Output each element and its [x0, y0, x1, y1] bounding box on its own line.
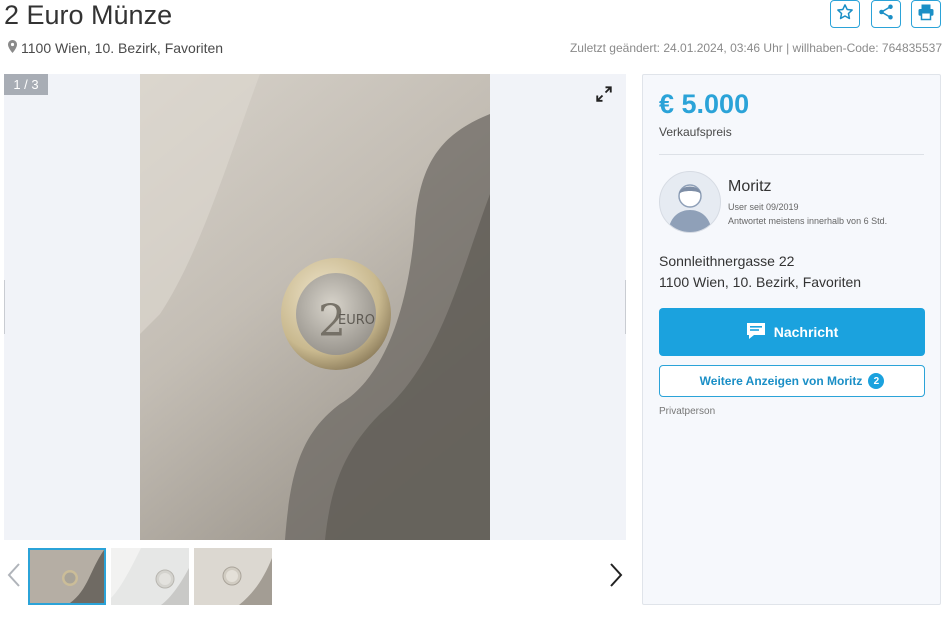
last-changed-meta: Zuletzt geändert: 24.01.2024, 03:46 Uhr …	[569, 41, 942, 55]
more-ads-count-badge: 2	[868, 373, 885, 389]
main-photo[interactable]: 2 EURO	[140, 74, 490, 540]
message-button-label: Nachricht	[773, 324, 839, 340]
listing-sidebar: € 5.000 Verkaufspreis Moritz User seit 0…	[642, 74, 941, 605]
thumbnail-strip	[0, 540, 640, 612]
location-pin-icon	[8, 40, 17, 56]
message-button[interactable]: Nachricht	[659, 308, 925, 356]
thumbnail-1[interactable]	[28, 548, 106, 605]
address-city: 1100 Wien, 10. Bezirk, Favoriten	[659, 274, 862, 290]
avatar[interactable]	[659, 171, 721, 233]
expand-fullscreen-button[interactable]	[592, 84, 616, 108]
price: € 5.000	[659, 89, 750, 119]
more-ads-button[interactable]: Weitere Anzeigen von Moritz 2	[659, 365, 925, 397]
price-label: Verkaufspreis	[659, 125, 732, 139]
seller-response-time: Antwortet meistens innerhalb von 6 Std.	[728, 216, 888, 226]
svg-text:EURO: EURO	[338, 313, 375, 328]
gallery-edge-right	[625, 280, 626, 334]
seller-since: User seit 09/2019	[728, 202, 799, 212]
thumbnail-next-button[interactable]	[606, 560, 626, 594]
thumbnail-3[interactable]	[194, 548, 272, 605]
gallery-edge-left	[4, 280, 5, 334]
location: 1100 Wien, 10. Bezirk, Favoriten	[8, 40, 223, 56]
print-icon	[917, 3, 935, 26]
seller-name[interactable]: Moritz	[728, 178, 772, 196]
image-gallery[interactable]: 2 EURO 1 / 3	[4, 74, 626, 540]
image-counter: 1 / 3	[4, 74, 48, 95]
favorite-button[interactable]	[830, 0, 860, 28]
divider	[659, 154, 924, 155]
share-button[interactable]	[871, 0, 901, 28]
thumbnail-prev-button[interactable]	[4, 560, 24, 594]
chevron-right-icon	[609, 562, 623, 593]
share-icon	[877, 3, 895, 26]
user-avatar-icon	[668, 184, 712, 232]
thumbnail-2[interactable]	[111, 548, 189, 605]
more-ads-label: Weitere Anzeigen von Moritz	[699, 374, 863, 388]
star-icon	[836, 3, 854, 26]
location-text: 1100 Wien, 10. Bezirk, Favoriten	[21, 40, 224, 56]
address-street: Sonnleithnergasse 22	[659, 253, 795, 269]
print-button[interactable]	[911, 0, 941, 28]
expand-icon	[595, 85, 613, 108]
seller-type: Privatperson	[659, 406, 716, 417]
chevron-left-icon	[7, 562, 21, 593]
chat-icon	[746, 322, 766, 343]
page-title: 2 Euro Münze	[4, 0, 173, 30]
